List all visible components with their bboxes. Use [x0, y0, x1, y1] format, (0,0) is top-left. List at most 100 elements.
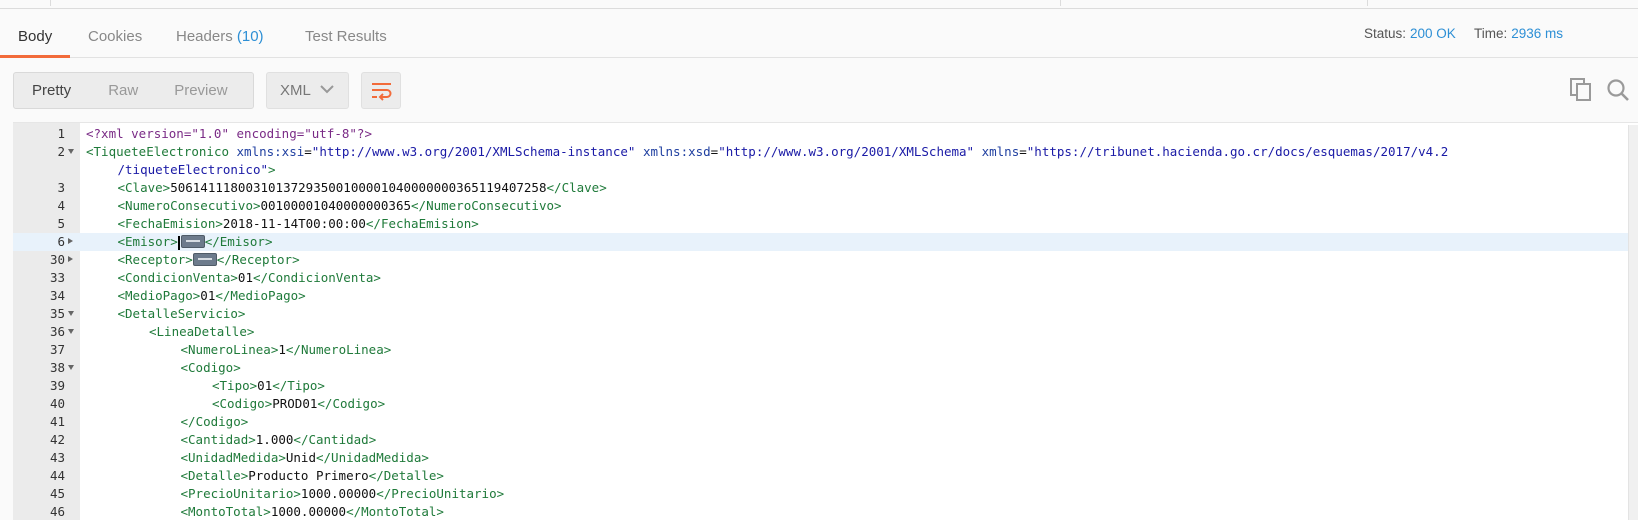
attribute-name: xmlns:xsi: [236, 144, 305, 159]
fold-expanded-icon[interactable]: [68, 149, 74, 154]
tag-name: Codigo: [332, 396, 378, 411]
collapsed-content-icon[interactable]: [192, 253, 217, 266]
code-content: <NumeroLinea>1</NumeroLinea>: [181, 341, 392, 359]
code-line[interactable]: 30 <Receptor> </Receptor>: [13, 251, 1629, 269]
element-text: 1000.00000: [270, 504, 347, 519]
format-dropdown[interactable]: XML: [266, 72, 349, 109]
tag-name: Codigo: [195, 414, 241, 429]
code-content: /tiqueteElectronico">: [118, 161, 276, 179]
tag-bracket: </: [546, 180, 562, 195]
code-line[interactable]: 39 <Tipo>01</Tipo>: [13, 377, 1629, 395]
tag-name: NumeroConsecutivo: [426, 198, 555, 213]
tag-bracket: >: [436, 468, 444, 483]
code-line[interactable]: 37 <NumeroLinea>1</NumeroLinea>: [13, 341, 1629, 359]
tag-bracket: >: [264, 234, 273, 249]
line-number: 5: [57, 216, 65, 231]
vertical-scrollbar[interactable]: [1628, 125, 1638, 520]
code-line[interactable]: 43 <UnidadMedida>Unid</UnidadMedida>: [13, 449, 1629, 467]
view-mode-preview[interactable]: Preview: [174, 73, 227, 108]
code-line[interactable]: 1 <?xml version="1.0" encoding="utf-8"?>: [13, 125, 1629, 143]
view-mode-selector: Pretty Raw Preview: [13, 72, 254, 109]
element-text: 1000.00000: [300, 486, 377, 501]
tag-bracket: >: [554, 198, 562, 213]
tag-bracket: >: [377, 396, 386, 411]
code-line[interactable]: 33 <CondicionVenta>01</CondicionVenta>: [13, 269, 1629, 287]
time-display: Time: 2936 ms: [1474, 9, 1563, 57]
fold-expanded-icon[interactable]: [68, 311, 74, 316]
status-label: Status:: [1364, 26, 1407, 41]
code-content: <TiqueteElectronico xmlns:xsi="http://ww…: [86, 143, 1448, 161]
tag-bracket: >: [263, 504, 271, 519]
tag-name: Clave: [125, 180, 163, 195]
wrap-lines-button[interactable]: [361, 72, 401, 109]
code-line[interactable]: /tiqueteElectronico">: [13, 161, 1629, 179]
time-value[interactable]: 2936 ms: [1511, 26, 1563, 41]
tag-name: Cantidad: [188, 432, 249, 447]
attribute-value: /tiqueteElectronico": [117, 162, 269, 177]
time-label: Time:: [1474, 26, 1508, 41]
fold-collapsed-icon[interactable]: [68, 256, 73, 262]
tag-bracket: >: [373, 270, 381, 285]
tag-bracket: <: [180, 486, 189, 501]
tab-body[interactable]: Body: [0, 9, 71, 58]
attribute-equals: =: [304, 144, 312, 159]
fold-expanded-icon[interactable]: [68, 329, 74, 334]
tag-bracket: <: [212, 396, 220, 411]
status-value[interactable]: 200 OK: [1410, 26, 1456, 41]
code-line[interactable]: 3 <Clave>50614111800310137293500100001040…: [13, 179, 1629, 197]
code-line[interactable]: 6 <Emisor> </Emisor>: [13, 233, 1629, 251]
code-line[interactable]: 42 <Cantidad>1.000</Cantidad>: [13, 431, 1629, 449]
code-line[interactable]: 36 <LineaDetalle>: [13, 323, 1629, 341]
line-number: 33: [49, 270, 65, 285]
attribute-value: "http://www.w3.org/2001/XMLSchema": [718, 144, 975, 159]
code-line[interactable]: 35 <DetalleServicio>: [13, 305, 1629, 323]
tab-test-results[interactable]: Test Results: [287, 9, 405, 56]
code-line[interactable]: 2 <TiqueteElectronico xmlns:xsi="http://w…: [13, 143, 1629, 161]
tag-name: MedioPago: [230, 288, 299, 303]
fold-expanded-icon[interactable]: [68, 365, 74, 370]
fold-collapsed-icon[interactable]: [68, 238, 73, 244]
line-number: 45: [49, 486, 65, 501]
tag-bracket: >: [185, 252, 193, 267]
code-line[interactable]: 4 <NumeroConsecutivo>00100001040000000365…: [13, 197, 1629, 215]
tag-bracket: </: [272, 378, 288, 393]
code-line[interactable]: 34 <MedioPago>01</MedioPago>: [13, 287, 1629, 305]
tab-headers[interactable]: Headers (10): [158, 9, 282, 56]
code-content: <?xml version="1.0" encoding="utf-8"?>: [86, 125, 372, 143]
tag-bracket: <: [180, 360, 189, 375]
headers-count: (10): [236, 28, 264, 45]
view-mode-pretty[interactable]: Pretty: [32, 73, 71, 108]
code-line[interactable]: 44 <Detalle>Producto Primero</Detalle>: [13, 467, 1629, 485]
tag-name: Emisor: [125, 234, 171, 249]
code-line[interactable]: 45 <PrecioUnitario>1000.00000</PrecioUnit…: [13, 485, 1629, 503]
tag-name: Receptor: [231, 252, 293, 267]
search-icon[interactable]: [1606, 78, 1630, 102]
line-number: 38: [49, 360, 65, 375]
collapsed-content-icon[interactable]: [180, 235, 205, 248]
line-number: 6: [57, 234, 65, 249]
tag-bracket: <: [117, 234, 126, 249]
line-number: 35: [49, 306, 65, 321]
tag-bracket: >: [278, 450, 286, 465]
tag-name: FechaEmision: [380, 216, 472, 231]
line-number: 34: [49, 288, 65, 303]
element-text: 1.000: [255, 432, 294, 447]
code-line[interactable]: 46 <MontoTotal>1000.00000</MontoTotal>: [13, 503, 1629, 520]
code-line[interactable]: 41 </Codigo>: [13, 413, 1629, 431]
copy-icon[interactable]: [1570, 78, 1592, 102]
tag-bracket: </: [315, 450, 332, 465]
code-line[interactable]: 38 <Codigo>: [13, 359, 1629, 377]
top-strip-divider: [1367, 0, 1368, 6]
tag-bracket: <: [180, 450, 189, 465]
element-text: Producto Primero: [248, 468, 369, 483]
tag-name: NumeroLinea: [188, 342, 271, 357]
tag-bracket: >: [368, 432, 377, 447]
tag-bracket: >: [252, 198, 261, 213]
tag-bracket: </: [368, 468, 384, 483]
tag-bracket: >: [248, 432, 256, 447]
tab-cookies[interactable]: Cookies: [70, 9, 160, 56]
code-line[interactable]: 5 <FechaEmision>2018-11-14T00:00:00</Fech…: [13, 215, 1629, 233]
view-mode-raw[interactable]: Raw: [108, 73, 138, 108]
code-line[interactable]: 40 <Codigo>PROD01</Codigo>: [13, 395, 1629, 413]
response-body-editor[interactable]: 1 <?xml version="1.0" encoding="utf-8"?> 2…: [13, 122, 1638, 520]
